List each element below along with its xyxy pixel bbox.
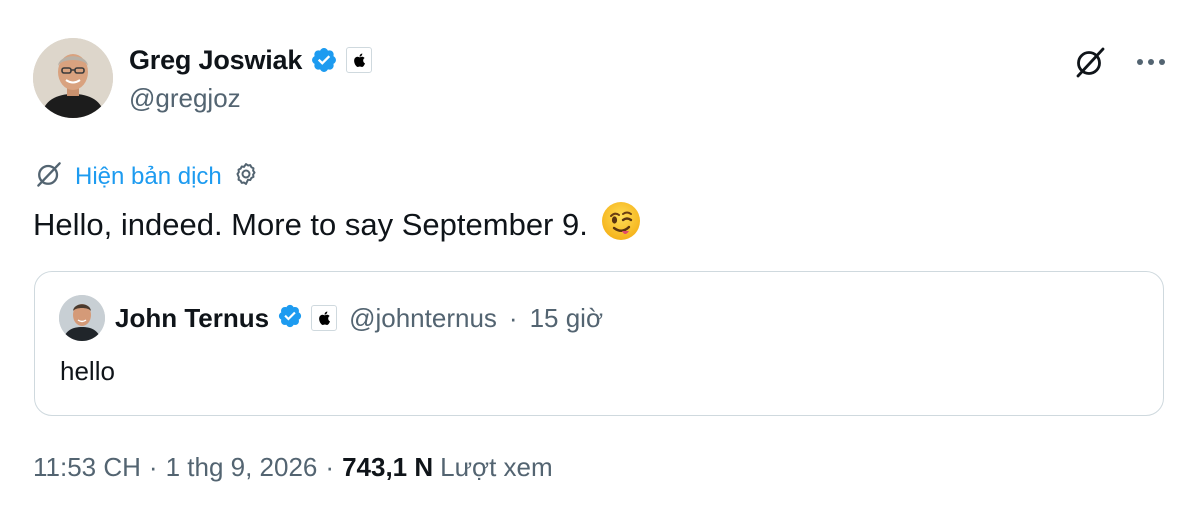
tweet-date[interactable]: 1 thg 9, 2026 bbox=[166, 452, 318, 483]
author-avatar-image bbox=[33, 38, 113, 118]
wink-emoji-icon bbox=[600, 200, 642, 250]
author-avatar[interactable] bbox=[33, 38, 113, 118]
quoted-verified-badge-icon bbox=[277, 303, 303, 334]
tweet-text-row: Hello, indeed. More to say September 9. bbox=[33, 200, 642, 250]
quoted-timestamp: 15 giờ bbox=[529, 302, 604, 333]
grok-icon[interactable] bbox=[1072, 44, 1108, 80]
meta-separator: · bbox=[325, 452, 335, 482]
grok-translate-icon bbox=[33, 158, 65, 195]
author-handle[interactable]: @gregjoz bbox=[129, 83, 241, 114]
quoted-apple-affiliate-icon bbox=[311, 305, 338, 331]
show-translation-link[interactable]: Hiện bản dịch bbox=[75, 163, 222, 191]
translate-row: Hiện bản dịch bbox=[33, 158, 260, 195]
quoted-author-row: John Ternus @johnternus · 15 giờ bbox=[59, 295, 604, 341]
tweet-time[interactable]: 11:53 CH bbox=[33, 452, 141, 483]
quoted-author-avatar bbox=[59, 295, 105, 341]
views-label: Lượt xem bbox=[440, 452, 553, 482]
meta-separator: · bbox=[148, 452, 158, 482]
top-actions bbox=[1072, 44, 1166, 80]
more-icon[interactable] bbox=[1136, 57, 1166, 67]
quoted-tweet-card[interactable]: John Ternus @johnternus · 15 giờ hello bbox=[34, 271, 1164, 416]
quoted-author-name: John Ternus bbox=[115, 302, 270, 333]
quoted-tweet-text: hello bbox=[60, 356, 115, 386]
verified-badge-icon[interactable] bbox=[310, 46, 338, 74]
author-name[interactable]: Greg Joswiak bbox=[129, 45, 302, 76]
tweet-text: Hello, indeed. More to say September 9. bbox=[33, 207, 588, 242]
quoted-author-handle: @johnternus bbox=[349, 302, 497, 333]
apple-affiliate-icon[interactable] bbox=[346, 47, 373, 73]
views-count: 743,1 N bbox=[342, 452, 434, 482]
quoted-separator: · bbox=[508, 302, 518, 333]
author-name-row: Greg Joswiak bbox=[129, 42, 373, 78]
tweet-meta-row: 11:53 CH · 1 thg 9, 2026 · 743,1 N Lượt … bbox=[33, 452, 553, 483]
settings-gear-icon[interactable] bbox=[232, 160, 260, 193]
